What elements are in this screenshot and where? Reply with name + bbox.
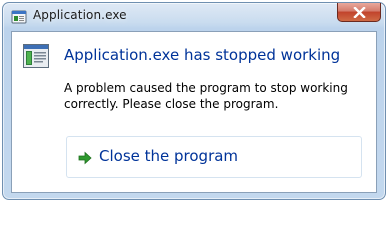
close-program-button[interactable]: Close the program	[66, 136, 362, 178]
application-icon	[11, 9, 27, 25]
title-bar[interactable]: Application.exe	[3, 3, 385, 29]
dialog-content: Application.exe has stopped working A pr…	[11, 31, 377, 193]
error-heading: Application.exe has stopped working	[64, 46, 341, 64]
program-window-icon	[23, 44, 49, 68]
window-title: Application.exe	[33, 8, 127, 22]
close-button[interactable]	[337, 3, 381, 22]
dialog-window: Application.exe Application.exe has stop	[2, 2, 386, 200]
error-message: A problem caused the program to stop wor…	[64, 81, 348, 111]
close-program-label: Close the program	[99, 147, 239, 165]
green-arrow-icon	[78, 150, 92, 165]
